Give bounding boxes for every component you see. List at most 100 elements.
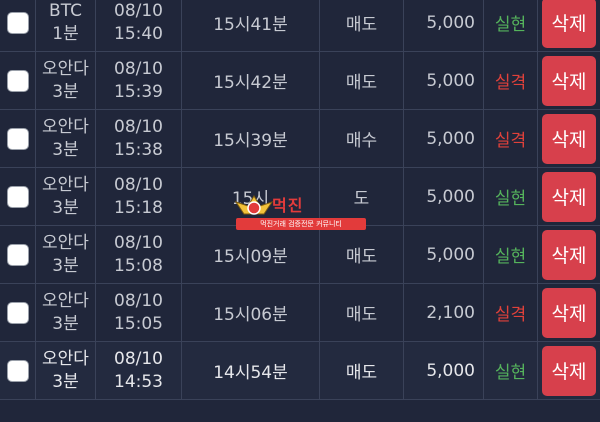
checkbox-cell xyxy=(0,168,36,225)
amount: 5,000 xyxy=(404,0,484,51)
trade-time: 15:08 xyxy=(114,255,163,276)
symbol-name: 오안다 xyxy=(42,232,89,253)
row-checkbox[interactable] xyxy=(6,301,29,324)
direction: 매도 xyxy=(320,52,404,109)
result-status: 실격 xyxy=(484,52,538,109)
amount: 5,000 xyxy=(404,226,484,283)
direction: 매도 xyxy=(320,342,404,399)
delete-button[interactable]: 삭제 xyxy=(542,113,596,164)
delete-button[interactable]: 삭제 xyxy=(542,55,596,106)
target-time: 15시39분 xyxy=(182,110,320,167)
trade-time: 15:39 xyxy=(114,81,163,102)
result-status: 실격 xyxy=(484,110,538,167)
datetime-cell: 08/10 15:18 xyxy=(96,168,182,225)
target-time: 15시42분 xyxy=(182,52,320,109)
target-time: 15시06분 xyxy=(182,284,320,341)
delete-cell: 삭제 xyxy=(538,226,600,283)
symbol-cell: 오안다 3분 xyxy=(36,110,96,167)
trade-date: 08/10 xyxy=(114,174,163,195)
datetime-cell: 08/10 15:05 xyxy=(96,284,182,341)
amount: 5,000 xyxy=(404,342,484,399)
delete-button[interactable]: 삭제 xyxy=(542,0,596,48)
trade-date: 08/10 xyxy=(114,116,163,137)
table-row: 오안다 3분 08/10 15:18 15시 도 5,000 실현 삭제 xyxy=(0,168,600,226)
trade-date: 08/10 xyxy=(114,290,163,311)
symbol-interval: 1분 xyxy=(52,23,79,44)
row-checkbox[interactable] xyxy=(6,69,29,92)
trade-time: 14:53 xyxy=(114,371,163,392)
symbol-cell: 오안다 3분 xyxy=(36,168,96,225)
direction: 매도 xyxy=(320,0,404,51)
result-status: 실현 xyxy=(484,226,538,283)
row-checkbox[interactable] xyxy=(6,127,29,150)
table-row: 오안다 3분 08/10 15:05 15시06분 매도 2,100 실격 삭제 xyxy=(0,284,600,342)
result-status: 실현 xyxy=(484,168,538,225)
target-time: 15시09분 xyxy=(182,226,320,283)
symbol-name: 오안다 xyxy=(42,174,89,195)
target-time: 15시 xyxy=(182,168,320,225)
delete-cell: 삭제 xyxy=(538,284,600,341)
symbol-name: 오안다 xyxy=(42,290,89,311)
trade-time: 15:05 xyxy=(114,313,163,334)
checkbox-cell xyxy=(0,110,36,167)
row-checkbox[interactable] xyxy=(6,359,29,382)
datetime-cell: 08/10 15:08 xyxy=(96,226,182,283)
trade-time: 15:18 xyxy=(114,197,163,218)
symbol-name: 오안다 xyxy=(42,348,89,369)
symbol-name: 오안다 xyxy=(42,116,89,137)
symbol-interval: 3분 xyxy=(52,313,79,334)
delete-button[interactable]: 삭제 xyxy=(542,287,596,338)
trade-history-table: BTC 1분 08/10 15:40 15시41분 매도 5,000 실현 삭제… xyxy=(0,0,600,400)
trade-time: 15:40 xyxy=(114,23,163,44)
delete-button[interactable]: 삭제 xyxy=(542,229,596,280)
symbol-name: BTC xyxy=(49,0,82,21)
checkbox-cell xyxy=(0,0,36,51)
checkbox-cell xyxy=(0,226,36,283)
table-row: 오안다 3분 08/10 15:39 15시42분 매도 5,000 실격 삭제 xyxy=(0,52,600,110)
delete-cell: 삭제 xyxy=(538,342,600,399)
datetime-cell: 08/10 15:38 xyxy=(96,110,182,167)
direction: 매도 xyxy=(320,226,404,283)
result-status: 실격 xyxy=(484,284,538,341)
datetime-cell: 08/10 15:39 xyxy=(96,52,182,109)
checkbox-cell xyxy=(0,342,36,399)
symbol-cell: 오안다 3분 xyxy=(36,284,96,341)
trade-date: 08/10 xyxy=(114,232,163,253)
amount: 2,100 xyxy=(404,284,484,341)
row-checkbox[interactable] xyxy=(6,185,29,208)
delete-cell: 삭제 xyxy=(538,52,600,109)
row-checkbox[interactable] xyxy=(6,243,29,266)
delete-button[interactable]: 삭제 xyxy=(542,345,596,396)
result-status: 실현 xyxy=(484,342,538,399)
direction: 도 xyxy=(320,168,404,225)
amount: 5,000 xyxy=(404,110,484,167)
symbol-interval: 3분 xyxy=(52,197,79,218)
target-time: 14시54분 xyxy=(182,342,320,399)
trade-date: 08/10 xyxy=(114,58,163,79)
table-row: 오안다 3분 08/10 15:08 15시09분 매도 5,000 실현 삭제 xyxy=(0,226,600,284)
symbol-interval: 3분 xyxy=(52,81,79,102)
symbol-cell: 오안다 3분 xyxy=(36,52,96,109)
checkbox-cell xyxy=(0,284,36,341)
result-status: 실현 xyxy=(484,0,538,51)
trade-date: 08/10 xyxy=(114,0,163,21)
delete-cell: 삭제 xyxy=(538,168,600,225)
symbol-interval: 3분 xyxy=(52,371,79,392)
direction: 매수 xyxy=(320,110,404,167)
delete-cell: 삭제 xyxy=(538,110,600,167)
target-time: 15시41분 xyxy=(182,0,320,51)
table-row: 오안다 3분 08/10 15:38 15시39분 매수 5,000 실격 삭제 xyxy=(0,110,600,168)
delete-button[interactable]: 삭제 xyxy=(542,171,596,222)
symbol-name: 오안다 xyxy=(42,58,89,79)
datetime-cell: 08/10 14:53 xyxy=(96,342,182,399)
delete-cell: 삭제 xyxy=(538,0,600,51)
trade-time: 15:38 xyxy=(114,139,163,160)
amount: 5,000 xyxy=(404,168,484,225)
checkbox-cell xyxy=(0,52,36,109)
row-checkbox[interactable] xyxy=(6,11,29,34)
symbol-cell: BTC 1분 xyxy=(36,0,96,51)
direction: 매도 xyxy=(320,284,404,341)
datetime-cell: 08/10 15:40 xyxy=(96,0,182,51)
trade-date: 08/10 xyxy=(114,348,163,369)
table-row: BTC 1분 08/10 15:40 15시41분 매도 5,000 실현 삭제 xyxy=(0,0,600,52)
